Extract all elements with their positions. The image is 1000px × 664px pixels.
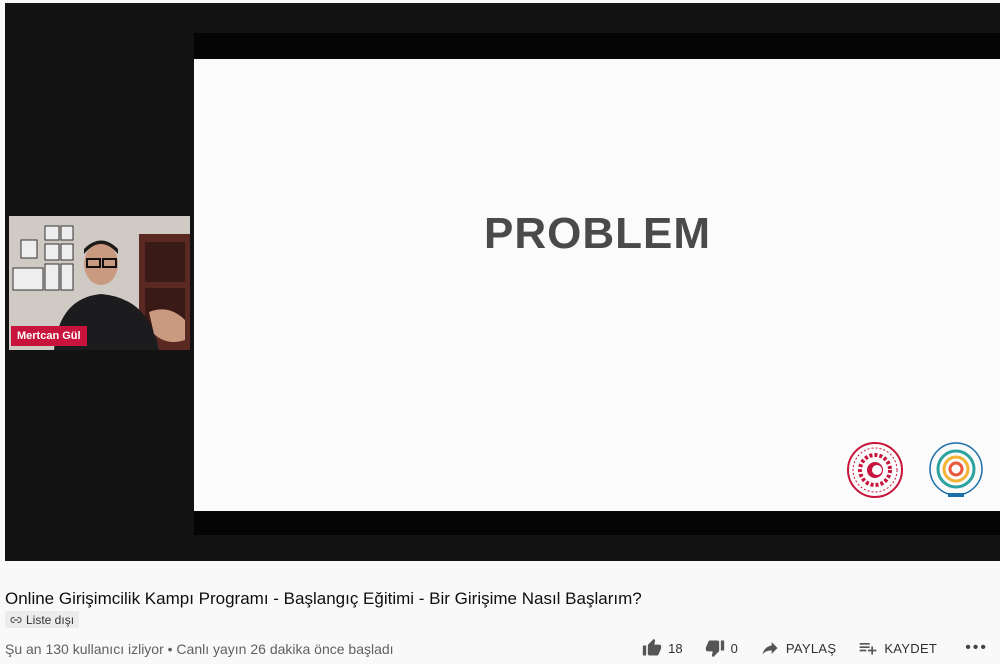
save-button[interactable]: KAYDET (858, 638, 937, 658)
save-label: KAYDET (884, 640, 938, 656)
video-actions: 18 0 PAYLAŞ KAYDET ••• (620, 638, 988, 658)
presentation-slide: PROBLEM (194, 59, 1000, 511)
more-actions-button[interactable]: ••• (965, 639, 988, 657)
share-label: PAYLAŞ (785, 640, 837, 656)
unlisted-badge: Liste dışı (5, 611, 80, 628)
share-arrow-icon (762, 642, 778, 655)
video-title: Online Girişimcilik Kampı Programı - Baş… (5, 589, 642, 608)
presenter-webcam: Mertcan Gül (9, 216, 190, 350)
unlisted-badge-label: Liste dışı (26, 612, 75, 627)
thumb-down-icon (705, 640, 724, 658)
dislike-button[interactable]: 0 (705, 638, 738, 658)
slide-title: PROBLEM (484, 209, 711, 258)
presenter-name-tag: Mertcan Gül (11, 326, 87, 346)
shared-screen: PROBLEM (194, 33, 1000, 535)
playlist-add-icon (859, 643, 877, 655)
share-button[interactable]: PAYLAŞ (760, 638, 836, 658)
ministry-seal-logo (847, 442, 903, 498)
like-button[interactable]: 18 (642, 638, 683, 658)
video-player[interactable]: PROBLEM Mertcan Gül (5, 3, 1000, 561)
viewer-stats: Şu an 130 kullanıcı izliyor • Canlı yayı… (5, 641, 394, 657)
thumb-up-icon (642, 638, 662, 656)
kuzka-agency-logo (929, 442, 983, 497)
link-icon (10, 616, 22, 623)
like-count: 18 (668, 640, 683, 656)
dislike-count: 0 (730, 640, 738, 656)
